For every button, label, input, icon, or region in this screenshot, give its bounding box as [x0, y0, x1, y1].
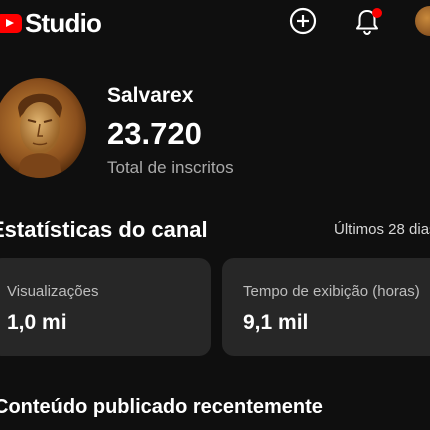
- period-label: Últimos 28 dias: [334, 221, 430, 238]
- views-card[interactable]: Visualizações 1,0 mi: [0, 258, 211, 356]
- channel-avatar-image: [0, 78, 86, 178]
- top-app-bar: Studio: [0, 0, 430, 44]
- views-value: 1,0 mi: [7, 311, 67, 334]
- watch-time-card[interactable]: Tempo de exibição (horas) 9,1 mil: [222, 258, 430, 356]
- recent-content-title: Conteúdo publicado recentemente: [0, 396, 323, 418]
- youtube-studio-logo[interactable]: Studio: [0, 8, 102, 39]
- app-name: Studio: [25, 8, 102, 38]
- channel-avatar[interactable]: [0, 78, 86, 178]
- account-avatar[interactable]: [415, 6, 430, 36]
- watch-time-value: 9,1 mil: [243, 311, 309, 334]
- channel-name: Salvarex: [107, 84, 194, 107]
- notification-dot: [372, 8, 382, 18]
- views-label: Visualizações: [7, 283, 99, 300]
- create-icon: [289, 7, 317, 35]
- youtube-logo-icon: [0, 14, 22, 33]
- create-button[interactable]: [289, 7, 317, 35]
- subscriber-count: 23.720: [107, 116, 202, 151]
- subscriber-label: Total de inscritos: [107, 158, 234, 177]
- notifications-button[interactable]: [352, 5, 382, 37]
- watch-time-label: Tempo de exibição (horas): [243, 283, 420, 300]
- channel-analytics-title: Estatísticas do canal: [0, 217, 208, 242]
